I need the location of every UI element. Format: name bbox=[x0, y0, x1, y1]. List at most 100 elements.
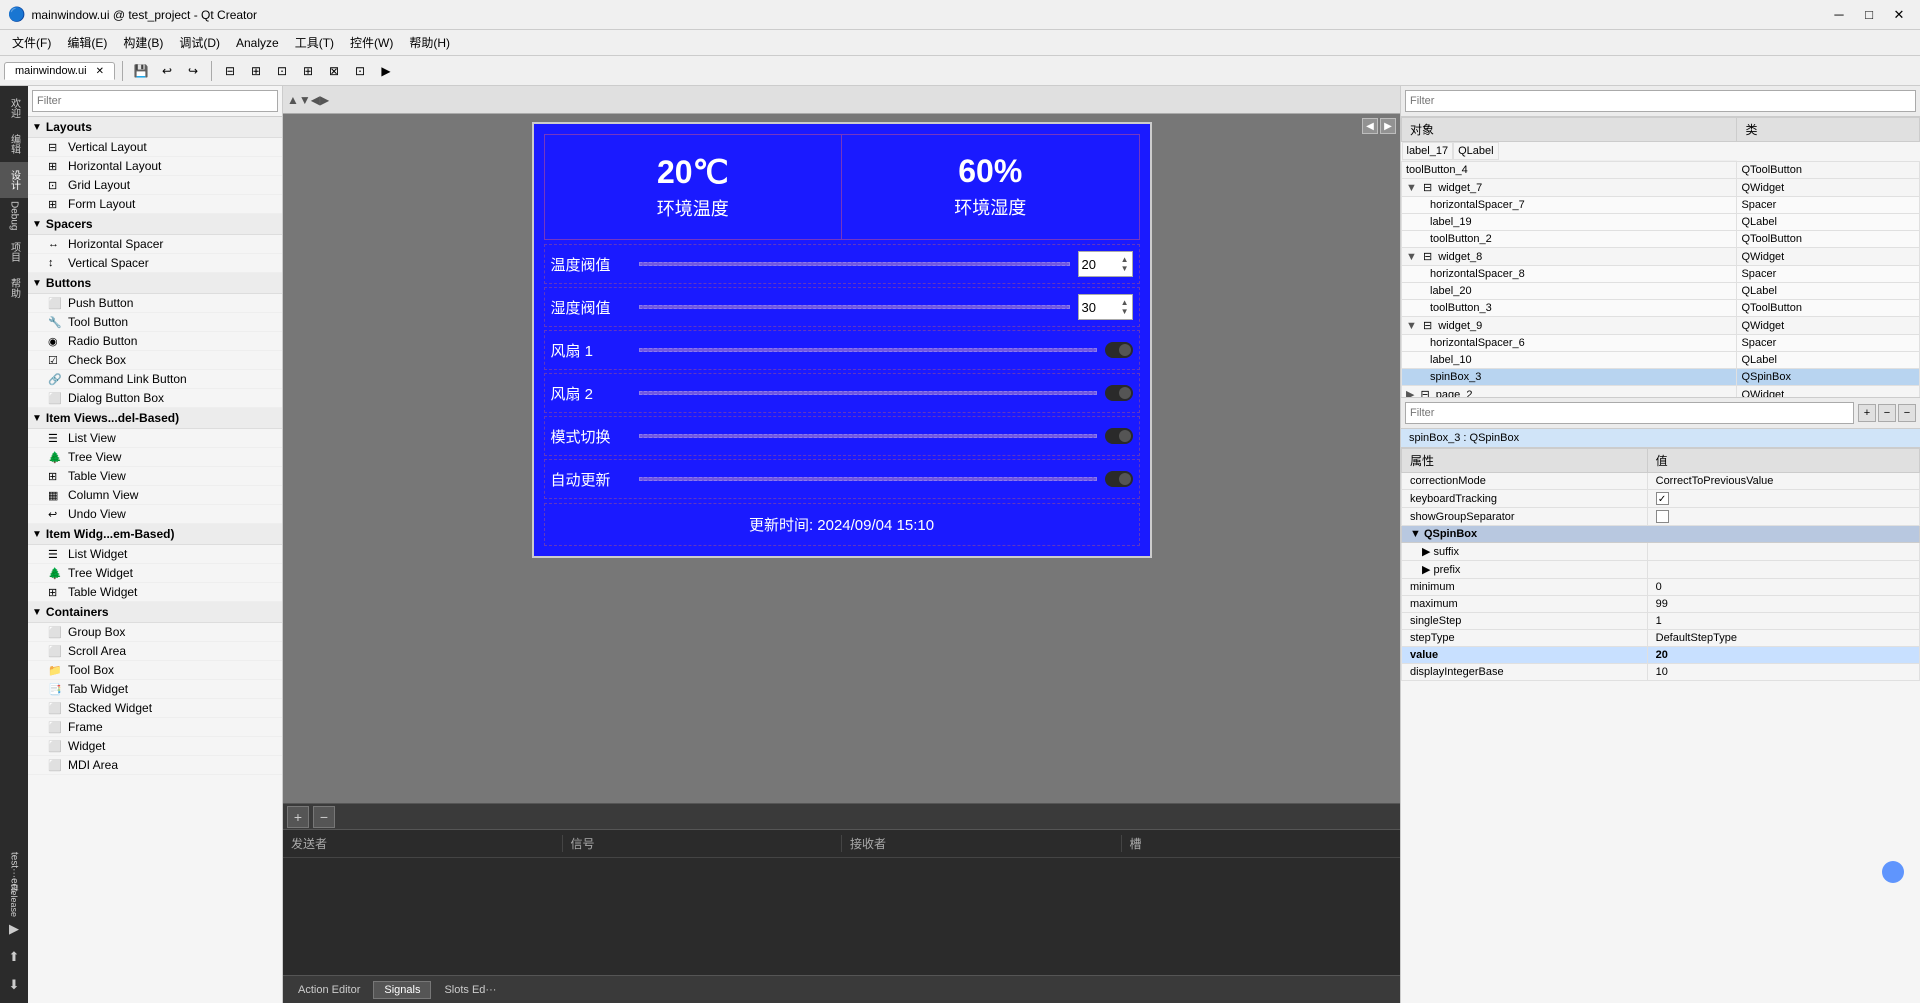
object-row-hspacer7[interactable]: horizontalSpacer_7 Spacer bbox=[1402, 197, 1920, 214]
item-horizontal-layout[interactable]: ⊞ Horizontal Layout bbox=[28, 157, 282, 176]
toolbar-btn-break[interactable]: ⊠ bbox=[323, 60, 345, 82]
nav-debug[interactable]: Debug bbox=[0, 198, 28, 234]
toolbar-btn-preview[interactable]: ▶ bbox=[375, 60, 397, 82]
object-row-hspacer8[interactable]: horizontalSpacer_8 Spacer bbox=[1402, 266, 1920, 283]
item-push-button[interactable]: ⬜ Push Button bbox=[28, 294, 282, 313]
item-tool-box[interactable]: 📁 Tool Box bbox=[28, 661, 282, 680]
item-dialog-button-box[interactable]: ⬜ Dialog Button Box bbox=[28, 389, 282, 408]
add-signal-btn[interactable]: + bbox=[287, 806, 309, 828]
fan1-toggle[interactable] bbox=[1105, 342, 1133, 358]
keyboard-tracking-checkbox[interactable] bbox=[1656, 492, 1669, 505]
close-tab-button[interactable]: ✕ bbox=[96, 66, 104, 77]
item-tree-widget[interactable]: 🌲 Tree Widget bbox=[28, 564, 282, 583]
item-horizontal-spacer[interactable]: ↔ Horizontal Spacer bbox=[28, 235, 282, 254]
minimize-button[interactable]: ─ bbox=[1826, 5, 1852, 25]
show-group-separator-checkbox[interactable] bbox=[1656, 510, 1669, 523]
object-row-label20[interactable]: label_20 QLabel bbox=[1402, 283, 1920, 300]
scroll-left[interactable]: ◀ bbox=[1362, 118, 1378, 134]
object-row-label17[interactable]: label_17 QLabel bbox=[1402, 142, 1737, 161]
toolbar-btn-2[interactable]: ↩ bbox=[156, 60, 178, 82]
object-row-label10[interactable]: label_10 QLabel bbox=[1402, 352, 1920, 369]
nav-welcome[interactable]: 欢迎 bbox=[0, 90, 28, 126]
item-widget[interactable]: ⬜ Widget bbox=[28, 737, 282, 756]
item-stacked-widget[interactable]: ⬜ Stacked Widget bbox=[28, 699, 282, 718]
prop-displayIntegerBase[interactable]: displayIntegerBase 10 bbox=[1402, 664, 1920, 681]
section-containers[interactable]: ▼ Containers bbox=[28, 602, 282, 623]
humidity-spinbox[interactable]: 30 ▲▼ bbox=[1078, 294, 1133, 320]
remove-signal-btn[interactable]: − bbox=[313, 806, 335, 828]
prop-singleStep[interactable]: singleStep 1 bbox=[1402, 613, 1920, 630]
close-button[interactable]: ✕ bbox=[1886, 5, 1912, 25]
item-grid-layout[interactable]: ⊡ Grid Layout bbox=[28, 176, 282, 195]
menu-build[interactable]: 构建(B) bbox=[115, 32, 171, 53]
item-check-box[interactable]: ☑ Check Box bbox=[28, 351, 282, 370]
props-filter-input[interactable] bbox=[1405, 402, 1854, 424]
section-itemviews[interactable]: ▼ Item Views...del-Based) bbox=[28, 408, 282, 429]
menu-tools[interactable]: 工具(T) bbox=[287, 32, 342, 53]
toolbar-btn-layout-h[interactable]: ⊟ bbox=[219, 60, 241, 82]
prop-stepType[interactable]: stepType DefaultStepType bbox=[1402, 630, 1920, 647]
scroll-right[interactable]: ▶ bbox=[1380, 118, 1396, 134]
nav-build-run[interactable]: ⬆ bbox=[0, 943, 28, 971]
item-list-view[interactable]: ☰ List View bbox=[28, 429, 282, 448]
prop-correctionMode[interactable]: correctionMode CorrectToPreviousValue bbox=[1402, 473, 1920, 490]
tab-action-editor[interactable]: Action Editor bbox=[287, 981, 371, 999]
toolbar-btn-3[interactable]: ↪ bbox=[182, 60, 204, 82]
item-scroll-area[interactable]: ⬜ Scroll Area bbox=[28, 642, 282, 661]
menu-debug[interactable]: 调试(D) bbox=[171, 32, 228, 53]
nav-stop[interactable]: ⬇ bbox=[0, 971, 28, 999]
item-command-link[interactable]: 🔗 Command Link Button bbox=[28, 370, 282, 389]
menu-edit[interactable]: 编辑(E) bbox=[59, 32, 115, 53]
object-row-widget9[interactable]: ▼ ⊟ widget_9 QWidget bbox=[1402, 317, 1920, 335]
toolbar-btn-layout-g[interactable]: ⊡ bbox=[271, 60, 293, 82]
file-tab[interactable]: mainwindow.ui ✕ bbox=[4, 62, 115, 80]
fan2-toggle[interactable] bbox=[1105, 385, 1133, 401]
section-itemwidgets[interactable]: ▼ Item Widg...em-Based) bbox=[28, 524, 282, 545]
item-list-widget[interactable]: ☰ List Widget bbox=[28, 545, 282, 564]
toolbar-btn-adj-size[interactable]: ⊡ bbox=[349, 60, 371, 82]
item-tool-button[interactable]: 🔧 Tool Button bbox=[28, 313, 282, 332]
canvas-area[interactable]: ◀ ▶ 20℃ 环境温度 60% 环境湿度 温度阀值 bbox=[283, 114, 1400, 803]
props-add-btn[interactable]: + bbox=[1858, 404, 1876, 422]
menu-file[interactable]: 文件(F) bbox=[4, 32, 59, 53]
prop-value[interactable]: value 20 bbox=[1402, 647, 1920, 664]
maximize-button[interactable]: □ bbox=[1856, 5, 1882, 25]
toolbar-btn-1[interactable]: 💾 bbox=[130, 60, 152, 82]
widget9-expand[interactable]: ▼ bbox=[1406, 320, 1417, 332]
props-collapse-btn[interactable]: − bbox=[1898, 404, 1916, 422]
item-vertical-spacer[interactable]: ↕ Vertical Spacer bbox=[28, 254, 282, 273]
object-row-toolbutton4[interactable]: toolButton_4 QToolButton bbox=[1402, 162, 1920, 179]
nav-design[interactable]: 设计 bbox=[0, 162, 28, 198]
item-table-widget[interactable]: ⊞ Table Widget bbox=[28, 583, 282, 602]
props-remove-btn[interactable]: − bbox=[1878, 404, 1896, 422]
prop-suffix[interactable]: ▶ suffix bbox=[1402, 543, 1920, 561]
object-filter-input[interactable] bbox=[1405, 90, 1916, 112]
prop-prefix[interactable]: ▶ prefix bbox=[1402, 561, 1920, 579]
item-radio-button[interactable]: ◉ Radio Button bbox=[28, 332, 282, 351]
item-form-layout[interactable]: ⊞ Form Layout bbox=[28, 195, 282, 214]
object-row-toolbutton2[interactable]: toolButton_2 QToolButton bbox=[1402, 231, 1920, 248]
auto-toggle[interactable] bbox=[1105, 471, 1133, 487]
nav-project[interactable]: 项目 bbox=[0, 234, 28, 270]
item-column-view[interactable]: ▦ Column View bbox=[28, 486, 282, 505]
item-tree-view[interactable]: 🌲 Tree View bbox=[28, 448, 282, 467]
menu-help[interactable]: 帮助(H) bbox=[401, 32, 458, 53]
widget8-expand[interactable]: ▼ bbox=[1406, 251, 1417, 263]
nav-run[interactable]: ▶ bbox=[0, 915, 28, 943]
item-tab-widget[interactable]: 📑 Tab Widget bbox=[28, 680, 282, 699]
prop-minimum[interactable]: minimum 0 bbox=[1402, 579, 1920, 596]
object-row-widget7[interactable]: ▼ ⊟ widget_7 QWidget bbox=[1402, 179, 1920, 197]
prop-maximum[interactable]: maximum 99 bbox=[1402, 596, 1920, 613]
nav-edit[interactable]: 编辑 bbox=[0, 126, 28, 162]
item-group-box[interactable]: ⬜ Group Box bbox=[28, 623, 282, 642]
item-frame[interactable]: ⬜ Frame bbox=[28, 718, 282, 737]
mode-toggle[interactable] bbox=[1105, 428, 1133, 444]
widget7-expand[interactable]: ▼ bbox=[1406, 182, 1417, 194]
widget-filter-input[interactable] bbox=[32, 90, 278, 112]
temp-spinbox[interactable]: 20 ▲▼ bbox=[1078, 251, 1133, 277]
tab-slots-editor[interactable]: Slots Ed··· bbox=[433, 981, 507, 999]
nav-release[interactable]: Release bbox=[0, 887, 28, 915]
toolbar-btn-layout-f[interactable]: ⊞ bbox=[297, 60, 319, 82]
item-table-view[interactable]: ⊞ Table View bbox=[28, 467, 282, 486]
item-undo-view[interactable]: ↩ Undo View bbox=[28, 505, 282, 524]
